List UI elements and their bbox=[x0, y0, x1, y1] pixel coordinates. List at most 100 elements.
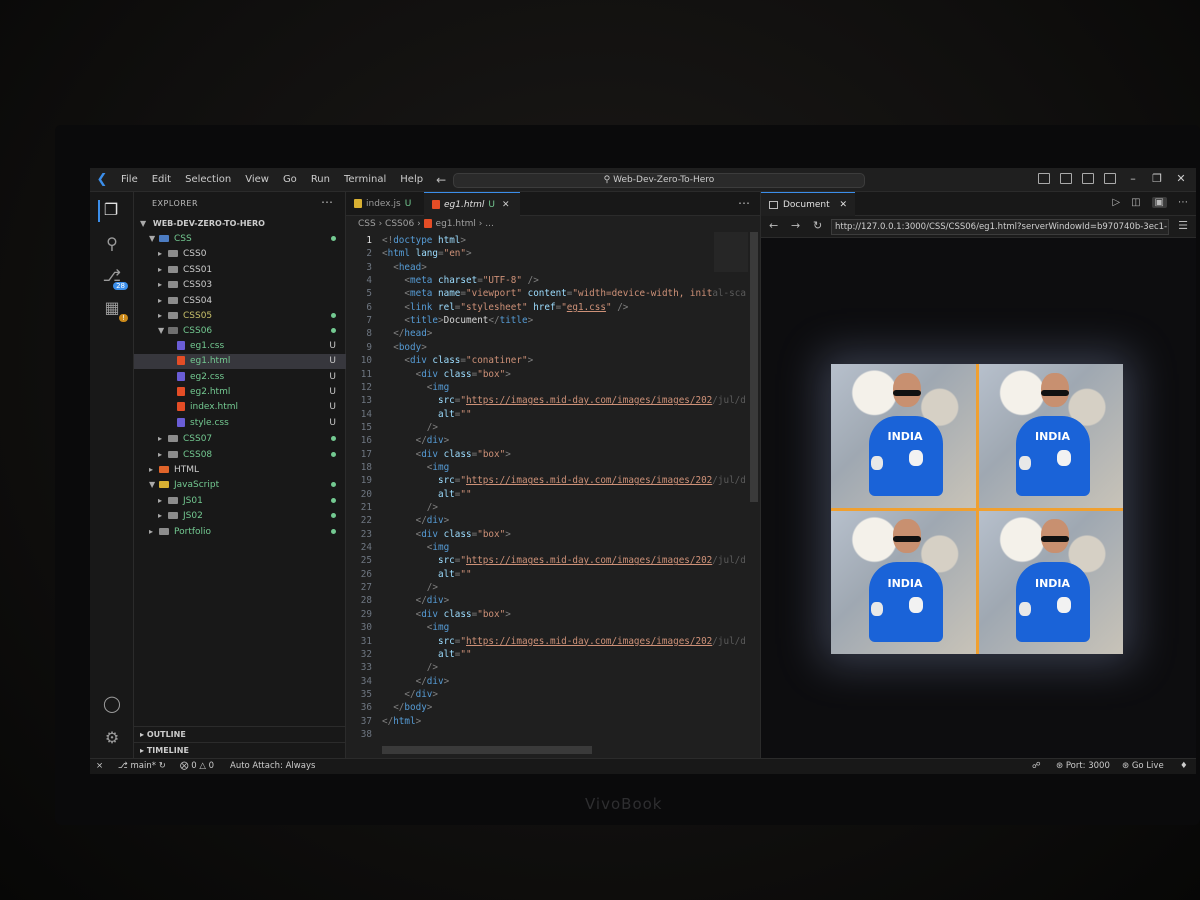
toggle-panel-icon[interactable] bbox=[1082, 173, 1094, 184]
settings-gear-icon[interactable]: ⚙ bbox=[100, 728, 124, 750]
restore-icon[interactable]: ❐ bbox=[1150, 172, 1164, 185]
reload-icon[interactable]: ↻ bbox=[813, 219, 822, 232]
command-center[interactable]: ⚲ Web-Dev-Zero-To-Hero bbox=[453, 173, 865, 188]
back-arrow-icon[interactable]: ← bbox=[769, 219, 778, 232]
git-status-dot bbox=[331, 236, 336, 241]
code-token: alt bbox=[437, 408, 455, 420]
tab-index-js[interactable]: index.js U bbox=[346, 192, 422, 216]
menu-go[interactable]: Go bbox=[276, 174, 304, 185]
tree-item[interactable]: ▸ CSS0 bbox=[134, 246, 346, 261]
menu-terminal[interactable]: Terminal bbox=[337, 174, 393, 185]
tab-document[interactable]: Document ✕ bbox=[761, 192, 856, 216]
menu-view[interactable]: View bbox=[238, 174, 276, 185]
vertical-scrollbar[interactable] bbox=[750, 232, 758, 502]
tree-item[interactable]: ▸ Portfolio bbox=[134, 524, 346, 539]
port-status[interactable]: ⊛ Port: 3000 bbox=[1056, 759, 1110, 774]
breadcrumb-item[interactable]: CSS06 bbox=[385, 219, 414, 229]
minimize-icon[interactable]: – bbox=[1126, 172, 1140, 185]
tree-item[interactable]: ▸ CSS07 bbox=[134, 431, 346, 446]
close-icon[interactable]: ✕ bbox=[1174, 172, 1188, 185]
tree-item[interactable]: index.html U bbox=[134, 400, 346, 415]
explorer-icon[interactable]: ❐ bbox=[98, 200, 122, 222]
tree-item[interactable]: ▸ CSS05 bbox=[134, 308, 346, 323]
tab-eg1-html[interactable]: eg1.html U ✕ bbox=[424, 192, 520, 216]
toggle-secondary-sidebar-icon[interactable] bbox=[1104, 173, 1116, 184]
tree-item[interactable]: ▸ CSS08 bbox=[134, 447, 346, 462]
code-token: img bbox=[432, 542, 450, 554]
workspace-root[interactable]: ▼ WEB-DEV-ZERO-TO-HERO bbox=[134, 216, 346, 231]
tree-item[interactable]: ▼ CSS06 bbox=[134, 323, 346, 338]
tree-item[interactable]: ▸ CSS01 bbox=[134, 262, 346, 277]
tab-status: U bbox=[404, 199, 412, 209]
back-arrow-icon[interactable]: ← bbox=[430, 173, 452, 187]
horizontal-scrollbar[interactable] bbox=[382, 746, 592, 754]
folder-icon bbox=[168, 250, 178, 258]
run-icon[interactable]: ▷ bbox=[1112, 197, 1120, 208]
line-number: 29 bbox=[360, 608, 372, 620]
line-number: 16 bbox=[360, 435, 372, 447]
code-line: 17 <div class="box"> bbox=[346, 448, 746, 461]
auto-attach-status[interactable]: Auto Attach: Always bbox=[230, 759, 315, 774]
code-line: 33 /> bbox=[346, 661, 746, 674]
code-token: "box" bbox=[477, 368, 506, 380]
url-input[interactable]: http://127.0.0.1:3000/CSS/CSS06/eg1.html… bbox=[831, 219, 1169, 235]
menu-edit[interactable]: Edit bbox=[145, 174, 178, 185]
timeline-section[interactable]: ▸ TIMELINE bbox=[134, 742, 346, 757]
tree-item[interactable]: ▸ CSS03 bbox=[134, 277, 346, 292]
line-number: 13 bbox=[360, 395, 372, 407]
chevron-right-icon: ▸ bbox=[158, 434, 163, 444]
menu-icon[interactable]: ☰ bbox=[1178, 219, 1188, 232]
menu-selection[interactable]: Selection bbox=[178, 174, 238, 185]
close-tab-icon[interactable]: ✕ bbox=[502, 200, 510, 210]
remote-icon[interactable]: ⨯ bbox=[96, 759, 103, 774]
notifications-bell-icon[interactable]: ♦ bbox=[1180, 759, 1188, 774]
code-line: 30 <img bbox=[346, 621, 746, 634]
tree-item[interactable]: ▼ JavaScript bbox=[134, 477, 346, 492]
breadcrumb-item[interactable]: CSS bbox=[358, 219, 376, 229]
go-live-button[interactable]: ⊛ Go Live bbox=[1122, 759, 1164, 774]
account-icon[interactable]: ◯ bbox=[100, 694, 124, 716]
toggle-sidebar-icon[interactable] bbox=[1060, 173, 1072, 184]
split-editor-icon[interactable]: ◫ bbox=[1131, 197, 1140, 208]
more-actions-icon[interactable]: ⋯ bbox=[1178, 197, 1188, 208]
branch-status[interactable]: ⎇ main* ↻ bbox=[118, 759, 166, 774]
menu-help[interactable]: Help bbox=[393, 174, 430, 185]
minimap[interactable] bbox=[714, 232, 748, 272]
customize-layout-icon[interactable] bbox=[1038, 173, 1050, 184]
tree-item[interactable]: eg2.html U bbox=[134, 385, 346, 400]
outline-section[interactable]: ▸ OUTLINE bbox=[134, 726, 346, 741]
source-control-icon[interactable]: ⎇ 28 bbox=[100, 266, 128, 290]
tree-item[interactable]: eg1.html U bbox=[134, 354, 346, 370]
more-actions-icon[interactable]: ⋯ bbox=[321, 195, 333, 209]
tree-item[interactable]: ▸ JS01 bbox=[134, 493, 346, 508]
menu-file[interactable]: File bbox=[114, 174, 145, 185]
lock-icon[interactable]: ▣ bbox=[1151, 197, 1167, 208]
tree-item[interactable]: style.css U bbox=[134, 416, 346, 431]
forward-arrow-icon[interactable]: → bbox=[791, 219, 800, 232]
search-icon[interactable]: ⚲ bbox=[100, 234, 124, 256]
menu-run[interactable]: Run bbox=[304, 174, 337, 185]
code-token: </ bbox=[415, 435, 427, 447]
breadcrumb-item[interactable]: ... bbox=[485, 219, 494, 229]
code-area[interactable]: 1 <!doctype html> 2 <html lang="en"> 3 <head… bbox=[346, 234, 746, 754]
tree-item[interactable]: ▸ JS02 bbox=[134, 508, 346, 523]
tree-item[interactable]: ▸ CSS04 bbox=[134, 293, 346, 308]
live-server-icon: ☍ bbox=[1032, 761, 1041, 771]
breadcrumb-item[interactable]: eg1.html bbox=[436, 219, 476, 229]
tree-item[interactable]: eg1.css U bbox=[134, 339, 346, 354]
code-line: 26 alt="" bbox=[346, 568, 746, 581]
code-token: "conatiner" bbox=[466, 355, 528, 367]
code-token: > bbox=[527, 355, 534, 367]
tree-item[interactable]: ▸ HTML bbox=[134, 462, 346, 477]
tree-item[interactable]: eg2.css U bbox=[134, 370, 346, 385]
menu-bar: File Edit Selection View Go Run Terminal Help bbox=[114, 174, 430, 185]
close-tab-icon[interactable]: ✕ bbox=[840, 200, 848, 210]
extensions-icon[interactable]: ▦! bbox=[100, 298, 128, 322]
line-number: 9 bbox=[366, 341, 372, 353]
tree-item[interactable]: ▼ CSS bbox=[134, 231, 346, 246]
problems-status[interactable]: ⨂ 0 △ 0 bbox=[180, 759, 214, 774]
more-actions-icon[interactable]: ⋯ bbox=[738, 196, 750, 210]
